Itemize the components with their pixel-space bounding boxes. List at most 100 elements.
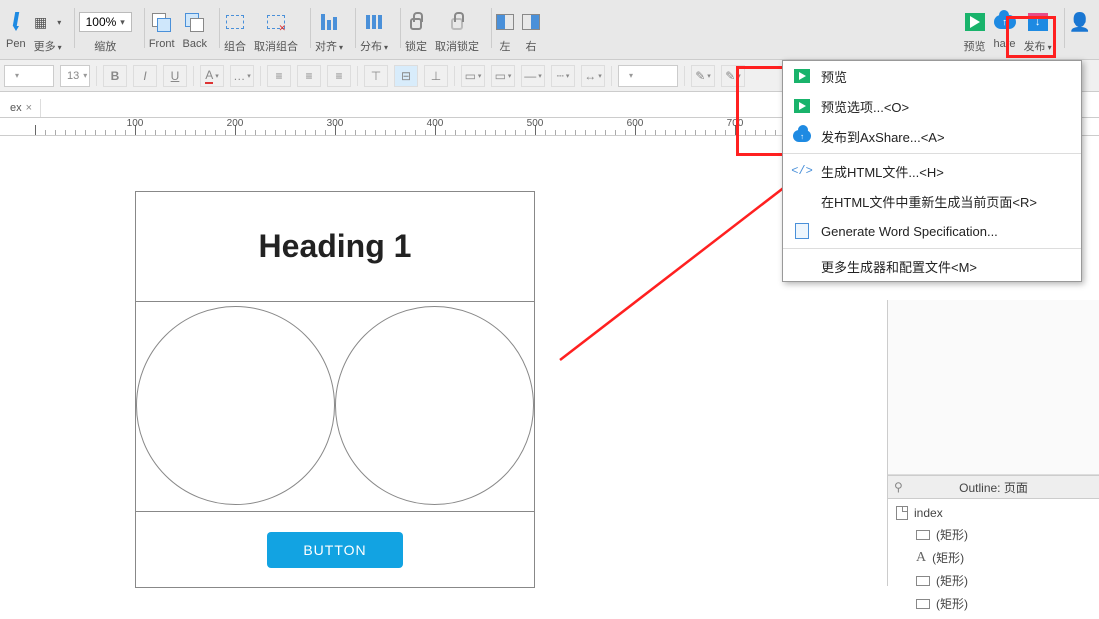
valign-top-button[interactable]: ⊤	[364, 65, 388, 87]
outline-node-label: (矩形)	[936, 572, 968, 589]
outline-header[interactable]: ⚲ Outline: 页面	[888, 475, 1099, 499]
pen-label: Pen	[6, 38, 26, 50]
publish-icon: ↓	[1028, 13, 1048, 31]
fill-color-button[interactable]: ▭	[461, 65, 485, 87]
pen-icon	[8, 12, 24, 32]
more-text-button[interactable]: …	[230, 65, 254, 87]
front-tool[interactable]: Front	[149, 8, 175, 56]
share-icon: ↑	[994, 15, 1016, 29]
shape-select[interactable]	[618, 65, 678, 87]
ungroup-icon	[267, 15, 285, 29]
wireframe-circles-row	[136, 302, 534, 512]
word-doc-icon	[793, 223, 811, 239]
distribute-label: 分布	[360, 38, 388, 54]
front-label: Front	[149, 38, 175, 50]
underline-button[interactable]: U	[163, 65, 187, 87]
menu-item[interactable]: 预览选项...<O>	[783, 91, 1081, 121]
line-width-button[interactable]: —	[521, 65, 545, 87]
menu-item[interactable]: 在HTML文件中重新生成当前页面<R>	[783, 186, 1081, 216]
wireframe-button-zone: BUTTON	[136, 512, 534, 587]
text-align-center-button[interactable]: ≡	[297, 65, 321, 87]
share-tool[interactable]: ↑ hare	[994, 8, 1016, 56]
publish-label: 发布	[1024, 38, 1052, 54]
group-icon	[226, 15, 244, 29]
unlock-label: 取消锁定	[435, 38, 479, 54]
wireframe-frame[interactable]: Heading 1 BUTTON	[135, 191, 535, 588]
preview-label: 预览	[964, 38, 986, 54]
zoom-label: 缩放	[94, 38, 116, 54]
line-style-button[interactable]: ┄	[551, 65, 575, 87]
align-tool[interactable]: 对齐	[315, 8, 343, 56]
paste-style-button[interactable]: ✎	[721, 65, 745, 87]
align-left-tool[interactable]: 左	[496, 8, 514, 56]
group-tool[interactable]: 组合	[224, 8, 246, 56]
line-color-button[interactable]: ▭	[491, 65, 515, 87]
outline-child-node[interactable]: (矩形)	[892, 592, 1095, 615]
menu-item[interactable]: Generate Word Specification...	[783, 216, 1081, 246]
bold-button[interactable]: B	[103, 65, 127, 87]
right-label: 右	[526, 38, 537, 54]
zoom-select[interactable]: 100%	[79, 12, 132, 32]
lock-icon	[410, 18, 422, 30]
arrow-button[interactable]: ↔	[581, 65, 605, 87]
text-align-left-button[interactable]: ≡	[267, 65, 291, 87]
valign-mid-button[interactable]: ⊟	[394, 65, 418, 87]
menu-item[interactable]: </>生成HTML文件...<H>	[783, 156, 1081, 186]
preview-tool[interactable]: 预览	[964, 8, 986, 56]
circle-shape-1[interactable]	[136, 306, 335, 505]
outline-root-node[interactable]: index	[892, 503, 1095, 523]
menu-item[interactable]: ↑发布到AxShare...<A>	[783, 121, 1081, 151]
align-right-icon	[522, 14, 540, 30]
menu-item-label: 在HTML文件中重新生成当前页面<R>	[821, 192, 1037, 211]
preview-icon	[965, 13, 985, 31]
text-a-icon: A	[916, 550, 926, 566]
outline-child-node[interactable]: (矩形)	[892, 569, 1095, 592]
rectangle-icon	[916, 530, 930, 540]
pen-tool[interactable]: Pen	[6, 8, 26, 56]
menu-item[interactable]: 更多生成器和配置文件<M>	[783, 251, 1081, 281]
user-icon: 👤	[1069, 12, 1091, 33]
align-left-icon	[496, 14, 514, 30]
copy-style-button[interactable]: ✎	[691, 65, 715, 87]
outline-panel: ⚲ Outline: 页面 index (矩形)A(矩形)(矩形)(矩形)	[887, 300, 1099, 586]
left-label: 左	[500, 38, 511, 54]
fontsize-select[interactable]: 13	[60, 65, 90, 87]
menu-item-label: 预览选项...<O>	[821, 97, 909, 116]
italic-button[interactable]: I	[133, 65, 157, 87]
wireframe-header[interactable]: Heading 1	[136, 192, 534, 302]
text-align-right-button[interactable]: ≡	[327, 65, 351, 87]
distribute-tool[interactable]: 分布	[360, 8, 388, 56]
outline-node-label: (矩形)	[932, 549, 964, 566]
outline-child-node[interactable]: A (矩形)	[892, 546, 1095, 569]
publish-tool[interactable]: ↓ 发布	[1024, 8, 1052, 56]
style-select[interactable]	[4, 65, 54, 87]
primary-button-widget[interactable]: BUTTON	[267, 532, 402, 568]
outline-child-node[interactable]: (矩形)	[892, 523, 1095, 546]
tab-close-button[interactable]: ×	[26, 102, 32, 114]
valign-bot-button[interactable]: ⊥	[424, 65, 448, 87]
menu-item-label: 发布到AxShare...<A>	[821, 127, 945, 146]
pin-icon[interactable]: ⚲	[894, 480, 903, 494]
unlock-tool[interactable]: 取消锁定	[435, 8, 479, 56]
account-tool[interactable]: 👤	[1069, 8, 1091, 56]
tab-index[interactable]: ex ×	[2, 99, 41, 117]
more-label: 更多	[34, 38, 62, 54]
outline-node-label: (矩形)	[936, 526, 968, 543]
zoom-tool[interactable]: 100% 缩放	[79, 8, 132, 56]
lock-tool[interactable]: 锁定	[405, 8, 427, 56]
outline-tree: index (矩形) A (矩形) (矩形) (矩形)	[888, 499, 1099, 619]
menu-item[interactable]: 预览	[783, 61, 1081, 91]
outline-title: Outline: 页面	[959, 479, 1028, 496]
menu-item-label: Generate Word Specification...	[821, 224, 998, 239]
align-icon	[321, 14, 337, 30]
circle-shape-2[interactable]	[335, 306, 534, 505]
heading-1-text[interactable]: Heading 1	[259, 228, 412, 265]
distribute-icon	[366, 14, 382, 30]
font-color-button[interactable]: A	[200, 65, 224, 87]
back-tool[interactable]: Back	[183, 8, 207, 56]
code-icon: </>	[793, 164, 811, 178]
main-toolbar: Pen ▦ 更多 100% 缩放 Front Back 组合 取消组合 对齐 分…	[0, 0, 1099, 60]
align-right-tool[interactable]: 右	[522, 8, 540, 56]
more-tool[interactable]: ▦ 更多	[34, 8, 62, 56]
ungroup-tool[interactable]: 取消组合	[254, 8, 298, 56]
